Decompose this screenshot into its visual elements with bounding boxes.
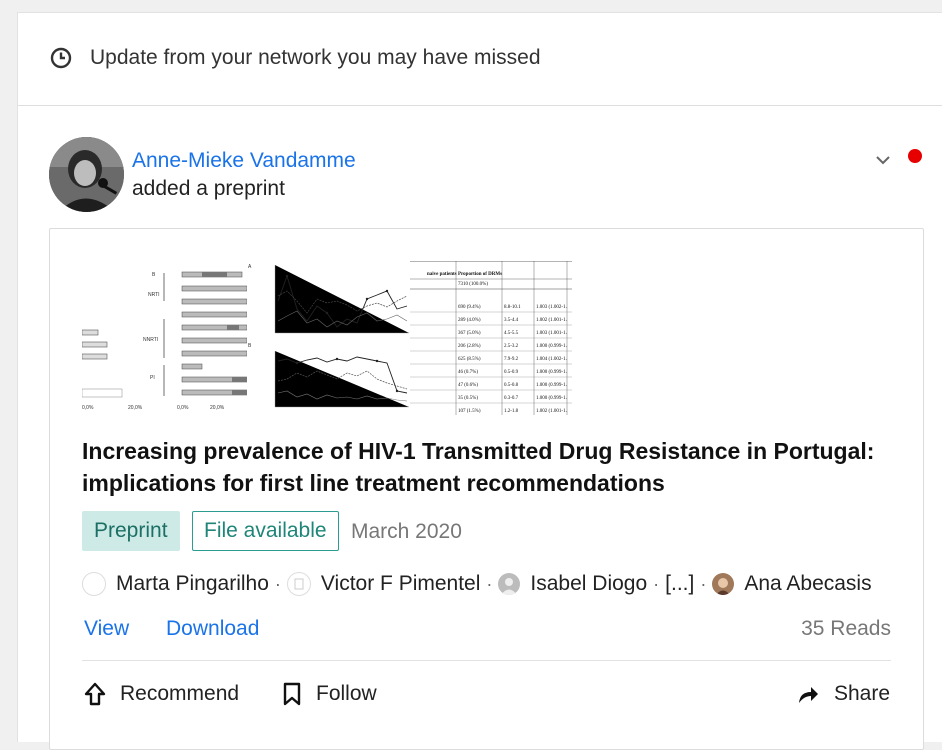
author-avatar-placeholder-icon: [286, 572, 311, 596]
svg-text:20,0%: 20,0%: [128, 405, 143, 411]
download-link[interactable]: Download: [166, 617, 259, 641]
separator: ·: [274, 573, 281, 594]
separator: ·: [486, 573, 493, 594]
table-cell: 2.5-3.2: [504, 344, 519, 349]
feed-panel: Update from your network you may have mi…: [17, 12, 942, 750]
table-cell: 1.002 (1.001-1.: [536, 409, 567, 414]
svg-text:NRTI: NRTI: [148, 292, 160, 298]
publication-thumbnails[interactable]: B NRTI NNRTI PI 0,0% 20,0% 0,0% 20,0% A …: [81, 261, 572, 417]
table-cell: 35 (0.5%): [458, 396, 478, 401]
svg-text:20,0%: 20,0%: [210, 405, 225, 411]
table-cell: 1.004 (1.002-1.: [536, 357, 567, 362]
publication-date: March 2020: [351, 520, 462, 543]
file-available-badge[interactable]: File available: [192, 511, 339, 551]
post-action-text: added a preprint: [132, 177, 285, 200]
author-avatar-photo: [712, 573, 735, 595]
thumbnail-table: naive patients Proportion of DRMs 7310 (…: [410, 261, 572, 417]
table-cell: 0.3-0.7: [504, 396, 519, 401]
table-cell: 0.5-0.9: [504, 370, 519, 375]
table-cell: 46 (0.7%): [458, 370, 478, 375]
svg-text:PI: PI: [150, 375, 155, 381]
thumbnail-figures: BNRTI NNRTIPI 0,0% 20,0% 0,0% 20,0% AB n…: [81, 261, 572, 417]
preprint-badge: Preprint: [82, 511, 180, 551]
separator: ·: [653, 573, 660, 594]
table-cell: 690 (9.4%): [458, 305, 481, 310]
share-arrow-icon: [799, 687, 818, 703]
svg-text:naive patients: naive patients: [427, 272, 457, 277]
unread-indicator: [908, 149, 922, 163]
recommend-button[interactable]: Recommend: [84, 679, 239, 709]
follow-label: Follow: [316, 682, 377, 705]
table-cell: 206 (2.8%): [458, 344, 481, 349]
more-authors-link[interactable]: [...]: [665, 572, 694, 596]
divider: [82, 660, 891, 661]
author-link[interactable]: Victor F Pimentel: [321, 572, 481, 596]
table-cell: 3.5-4.4: [504, 318, 519, 323]
author-list: Marta Pingarilho · Victor F Pimentel · I…: [82, 569, 872, 599]
table-cell: 107 (1.5%): [458, 409, 481, 414]
table-cell: 47 (0.6%): [458, 383, 478, 388]
table-cell: 1.000 (0.999-1.: [536, 344, 567, 349]
recommend-icon: [84, 682, 106, 706]
table-cell: 625 (8.5%): [458, 357, 481, 362]
bookmark-icon: [283, 682, 301, 706]
table-cell: 1.2-1.8: [504, 409, 519, 414]
author-link[interactable]: Marta Pingarilho: [116, 572, 269, 596]
svg-text:Proportion of DRMs: Proportion of DRMs: [458, 272, 502, 277]
table-cell: 1.000 (0.999-1.: [536, 396, 567, 401]
table-cell: 1.002 (1.001-1.: [536, 318, 567, 323]
view-link[interactable]: View: [84, 617, 129, 641]
reads-count: 35 Reads: [801, 617, 891, 640]
table-cell: 1.003 (1.002-1.: [536, 305, 567, 310]
chevron-down-icon[interactable]: [873, 150, 893, 170]
author-link[interactable]: Isabel Diogo: [530, 572, 647, 596]
author-avatar-default-icon: [498, 573, 521, 595]
thumbnail-line-charts: AB: [247, 261, 410, 415]
table-cell: 7.9-9.2: [504, 357, 519, 362]
follow-button[interactable]: Follow: [282, 679, 377, 709]
publication-title[interactable]: Increasing prevalence of HIV-1 Transmitt…: [82, 435, 882, 499]
clock-icon: [50, 47, 72, 69]
author-avatar-placeholder-icon: [82, 572, 106, 596]
separator: ·: [700, 573, 707, 594]
svg-text:0,0%: 0,0%: [177, 405, 189, 411]
publication-card: B NRTI NNRTI PI 0,0% 20,0% 0,0% 20,0% A …: [49, 228, 924, 750]
table-cell: 1.000 (0.999-1.: [536, 370, 567, 375]
svg-text:NNRTI: NNRTI: [143, 337, 158, 343]
author-name-link[interactable]: Anne-Mieke Vandamme: [132, 149, 356, 173]
author-avatar[interactable]: [49, 137, 124, 212]
author-link[interactable]: Ana Abecasis: [744, 572, 871, 596]
table-cell: 367 (5.0%): [458, 331, 481, 336]
table-cell: 1.003 (1.001-1.: [536, 331, 567, 336]
recommend-label: Recommend: [120, 682, 240, 705]
share-label: Share: [834, 682, 891, 705]
table-cell: 4.5-5.5: [504, 331, 519, 336]
header-text: Update from your network you may have mi…: [90, 46, 541, 69]
table-cell: 289 (4.0%): [458, 318, 481, 323]
table-cell: 8.8-10.1: [504, 305, 521, 310]
thumbnail-bar-chart: BNRTI NNRTIPI 0,0% 20,0% 0,0% 20,0%: [81, 261, 248, 415]
svg-text:0,0%: 0,0%: [82, 405, 94, 411]
feed-header: Update from your network you may have mi…: [18, 13, 942, 106]
table-cell: 0.5-0.8: [504, 383, 519, 388]
table-cell: 1.000 (0.999-1.: [536, 383, 567, 388]
share-button[interactable]: Share: [796, 679, 890, 709]
table-cell: 7310 (100.0%): [458, 282, 488, 287]
